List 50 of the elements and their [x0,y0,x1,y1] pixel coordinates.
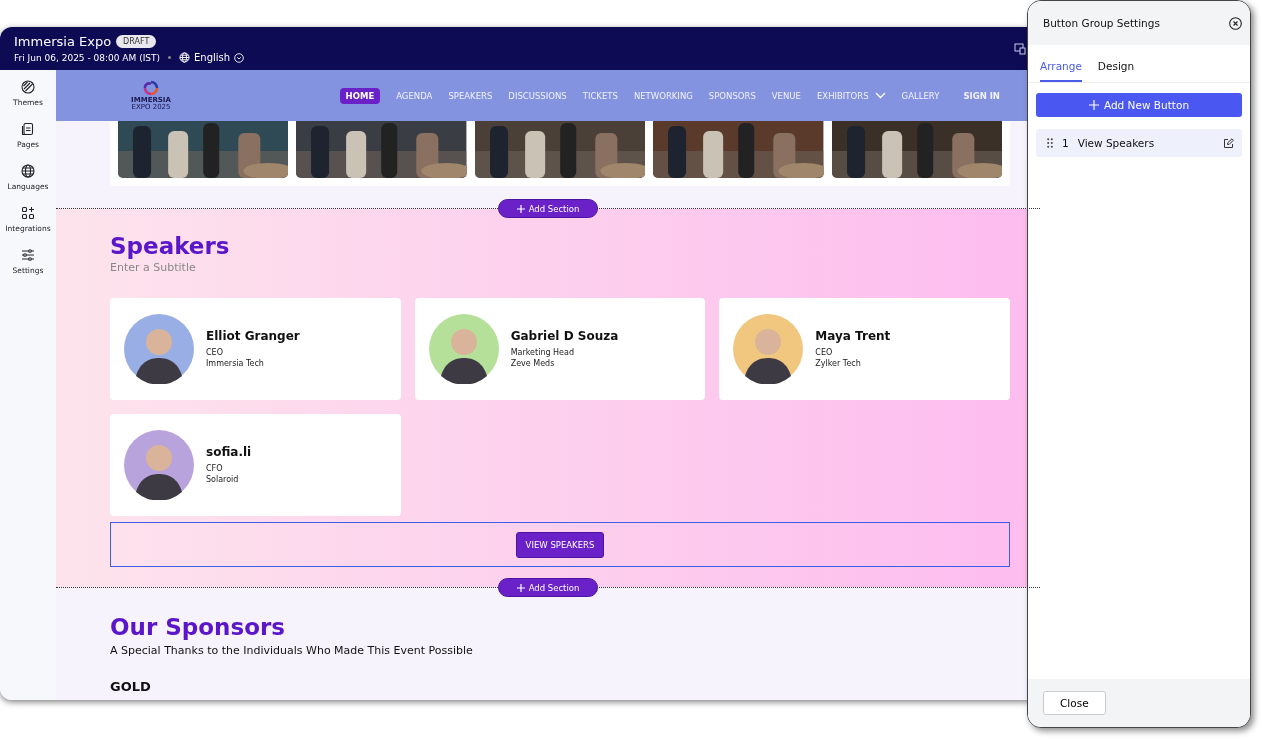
speaker-company: Solaroid [206,474,240,485]
panel-tab[interactable]: Arrange [1040,60,1082,82]
sliders-icon [21,248,35,262]
item-label: View Speakers [1077,137,1156,149]
button-list-item[interactable]: 1 View Speakers [1036,129,1242,157]
close-icon[interactable] [1229,16,1242,30]
panel-tab[interactable]: Design [1097,60,1135,82]
speaker-name: Gabriel D Souza [510,329,619,343]
speaker-name: Elliot Granger [206,329,300,343]
palette-icon [21,80,35,94]
nav-link[interactable]: HOME [339,87,381,104]
speaker-company: Immersia Tech [206,358,265,369]
add-section-button[interactable]: Add Section [498,199,598,218]
device-preview-icon[interactable] [1014,43,1026,55]
item-index: 1 [1062,137,1069,149]
speaker-name: sofia.li [206,445,252,459]
chevron-icon [234,52,245,63]
plus-icon [1088,100,1099,110]
plus-icon [516,583,525,592]
section-title: Our Sponsors [110,614,286,640]
section-subtitle: A Special Thanks to the Individuals Who Made This Event Possible [110,644,474,657]
speaker-role: CEO [815,347,834,358]
edit-icon[interactable] [1223,137,1234,149]
blocks-icon [21,206,35,220]
speaker-role: CFO [206,463,224,474]
globe-icon [21,164,35,178]
view-speakers-button[interactable]: VIEW SPEAKERS [515,531,605,558]
separator-dot [168,56,172,59]
language-selector[interactable]: English [179,52,245,63]
close-button[interactable]: Close [1043,691,1106,715]
section-subtitle: Enter a Subtitle [110,261,197,274]
section-title: Speakers [110,233,231,259]
add-section-button[interactable]: Add Section [498,578,598,597]
event-date: Fri Jun 06, 2025 - 08:00 AM (IST) [14,52,161,63]
status-badge: DRAFT [116,35,157,48]
logo-icon [143,80,159,96]
speaker-company: Zeve Meds [510,358,556,369]
speaker-name: Maya Trent [815,329,891,343]
drag-handle-icon[interactable] [1047,138,1053,148]
add-new-button[interactable]: Add New Button [1036,93,1242,117]
event-title: Immersia Expo [14,34,112,49]
speaker-role: Marketing Head [510,347,575,358]
speaker-company: Zylker Tech [815,358,862,369]
plus-icon [516,204,525,213]
globe-icon [179,52,191,63]
tier-heading: GOLD [110,679,152,694]
button-group[interactable]: VIEW SPEAKERS [110,522,1010,567]
speaker-role: CEO [206,347,224,358]
panel-title: Button Group Settings [1043,17,1160,29]
document-icon [21,122,35,136]
